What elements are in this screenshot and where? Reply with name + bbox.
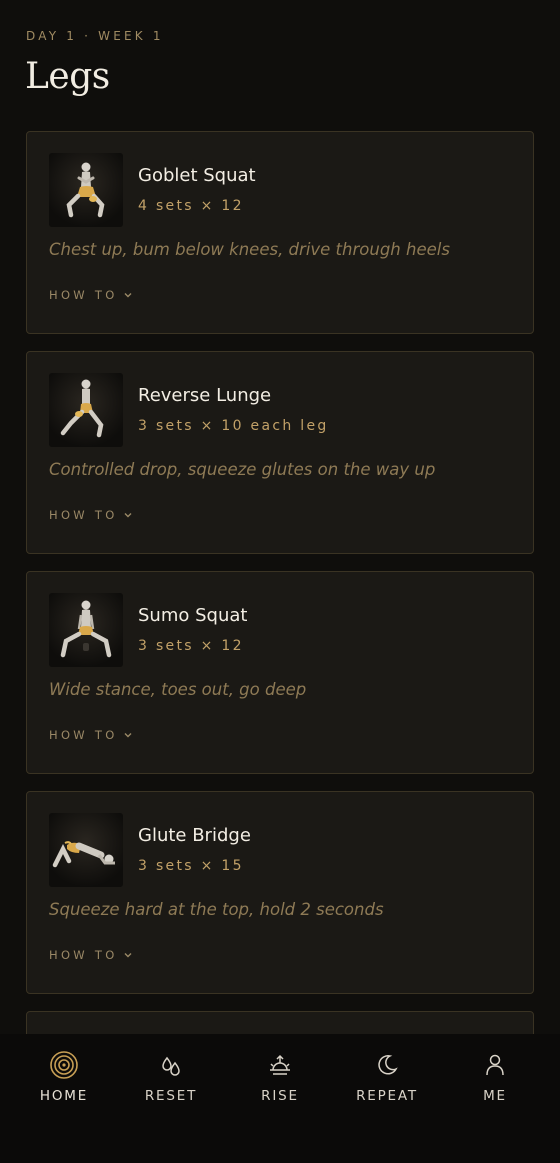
exercise-thumbnail [49,593,123,667]
bottom-tab-bar: HOME RESET RISE REPEAT ME [0,1034,560,1163]
tab-label: HOME [39,1088,89,1104]
how-to-label: HOW TO [49,508,118,522]
exercise-name: Reverse Lunge [138,385,272,406]
exercise-thumbnail [49,153,123,227]
page-title: Legs [25,56,110,97]
exercise-card-glute-bridge[interactable]: Glute Bridge 3 sets × 15 Squeeze hard at… [26,791,534,994]
tab-me[interactable]: ME [439,1034,551,1163]
goblet-squat-figure-icon [49,153,123,227]
exercise-card-reverse-lunge[interactable]: Reverse Lunge 3 sets × 10 each leg Contr… [26,351,534,554]
reverse-lunge-figure-icon [49,373,123,447]
sunrise-icon [265,1050,295,1080]
chevron-down-icon [124,513,132,518]
exercise-thumbnail [49,373,123,447]
exercise-sets: 3 sets × 12 [138,638,244,654]
exercise-tip: Chest up, bum below knees, drive through… [49,240,450,259]
chevron-down-icon [124,293,132,298]
exercise-tip: Wide stance, toes out, go deep [49,680,307,699]
exercise-sets: 3 sets × 15 [138,858,244,874]
exercise-card-goblet-squat[interactable]: Goblet Squat 4 sets × 12 Chest up, bum b… [26,131,534,334]
exercise-tip: Squeeze hard at the top, hold 2 seconds [49,900,384,919]
tab-rise[interactable]: RISE [224,1034,336,1163]
exercise-thumbnail [49,813,123,887]
how-to-label: HOW TO [49,948,118,962]
chevron-down-icon [124,733,132,738]
how-to-label: HOW TO [49,728,118,742]
exercise-sets: 3 sets × 10 each leg [138,418,329,434]
tab-label: ME [483,1088,507,1104]
how-to-toggle[interactable]: HOW TO [49,508,134,522]
tab-home[interactable]: HOME [8,1034,120,1163]
tab-label: RESET [144,1088,198,1104]
glute-bridge-figure-icon [49,813,123,887]
exercise-tip: Controlled drop, squeeze glutes on the w… [49,460,436,479]
screen: DAY 1 · WEEK 1 Legs Goblet Squat 4 sets … [0,0,560,1163]
day-week-label: DAY 1 · WEEK 1 [26,29,164,43]
moon-icon [372,1050,402,1080]
exercise-sets: 4 sets × 12 [138,198,244,214]
tab-label: RISE [261,1088,299,1104]
how-to-label: HOW TO [49,288,118,302]
how-to-toggle[interactable]: HOW TO [49,288,134,302]
drops-icon [156,1050,186,1080]
tab-reset[interactable]: RESET [115,1034,227,1163]
exercise-name: Glute Bridge [138,825,251,846]
exercise-name: Goblet Squat [138,165,256,186]
exercise-card-sumo-squat[interactable]: Sumo Squat 3 sets × 12 Wide stance, toes… [26,571,534,774]
tab-repeat[interactable]: REPEAT [331,1034,443,1163]
tab-label: REPEAT [356,1088,418,1104]
how-to-toggle[interactable]: HOW TO [49,948,134,962]
how-to-toggle[interactable]: HOW TO [49,728,134,742]
exercise-name: Sumo Squat [138,605,248,626]
chevron-down-icon [124,953,132,958]
home-rings-icon [49,1050,79,1080]
sumo-squat-figure-icon [49,593,123,667]
person-icon [480,1050,510,1080]
